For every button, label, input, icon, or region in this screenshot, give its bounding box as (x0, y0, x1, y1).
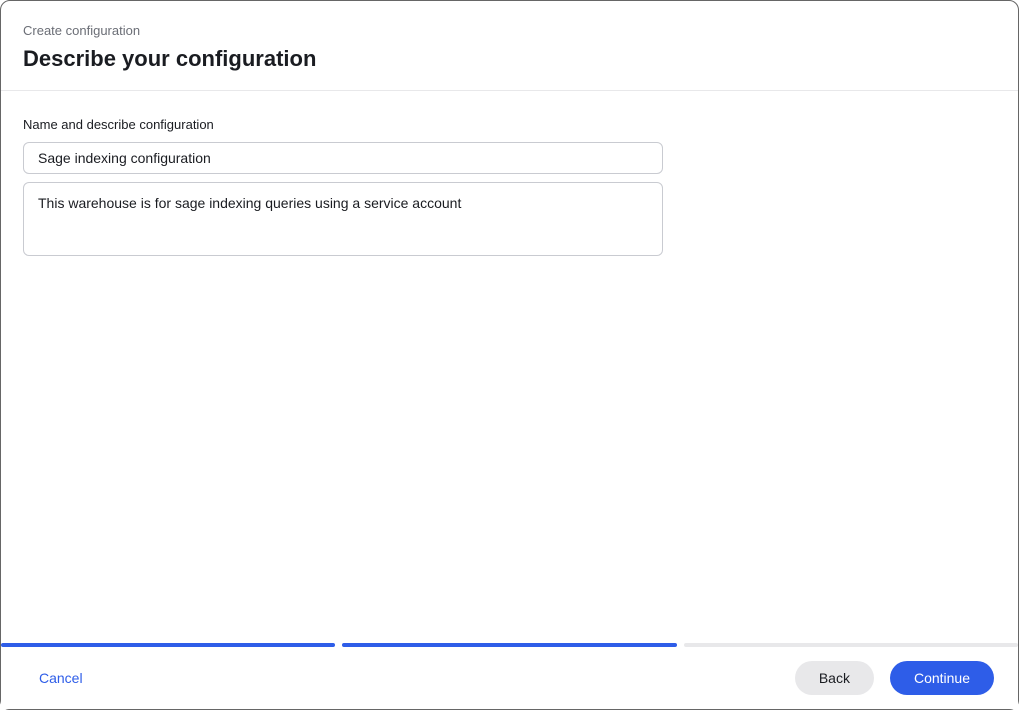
breadcrumb: Create configuration (23, 23, 996, 38)
configuration-description-textarea[interactable] (23, 182, 663, 256)
back-button[interactable]: Back (795, 661, 874, 695)
progress-segment-3 (684, 643, 1018, 647)
footer-actions: Cancel Back Continue (1, 647, 1018, 709)
modal-content: Name and describe configuration (1, 91, 1018, 709)
progress-segment-1 (1, 643, 335, 647)
right-actions: Back Continue (795, 661, 994, 695)
field-group (23, 142, 663, 261)
continue-button[interactable]: Continue (890, 661, 994, 695)
left-actions: Cancel (39, 670, 83, 686)
modal-footer: Cancel Back Continue (1, 643, 1018, 709)
modal-container: Create configuration Describe your confi… (0, 0, 1019, 710)
progress-bar (1, 643, 1018, 647)
section-label: Name and describe configuration (23, 117, 996, 132)
progress-segment-2 (342, 643, 676, 647)
page-title: Describe your configuration (23, 46, 996, 72)
modal-header: Create configuration Describe your confi… (1, 1, 1018, 91)
cancel-button[interactable]: Cancel (39, 670, 83, 686)
configuration-name-input[interactable] (23, 142, 663, 174)
